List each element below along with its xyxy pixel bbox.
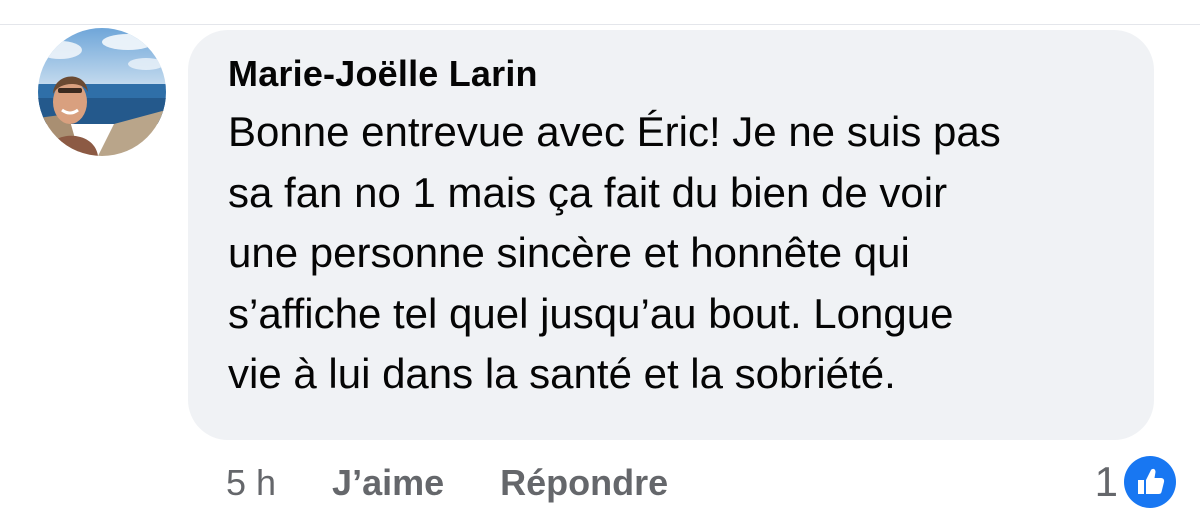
comment-timestamp[interactable]: 5 h	[226, 462, 276, 504]
comment-text: Bonne entrevue avec Éric! Je ne suis pas…	[228, 108, 1001, 397]
reply-button[interactable]: Répondre	[500, 462, 668, 504]
comment-actions: 5 h J’aime Répondre	[226, 458, 668, 508]
comment-author[interactable]: Marie-Joëlle Larin	[228, 52, 1116, 96]
reaction-count: 1	[1094, 458, 1118, 505]
profile-photo-icon[interactable]	[38, 28, 166, 156]
like-thumbs-up-icon	[1124, 456, 1176, 508]
reactions-summary[interactable]: 1	[1095, 455, 1176, 509]
top-divider	[0, 24, 1200, 25]
like-button[interactable]: J’aime	[332, 462, 444, 504]
avatar-image	[38, 28, 166, 156]
comment-bubble: Marie-Joëlle Larin Bonne entrevue avec É…	[188, 30, 1154, 440]
